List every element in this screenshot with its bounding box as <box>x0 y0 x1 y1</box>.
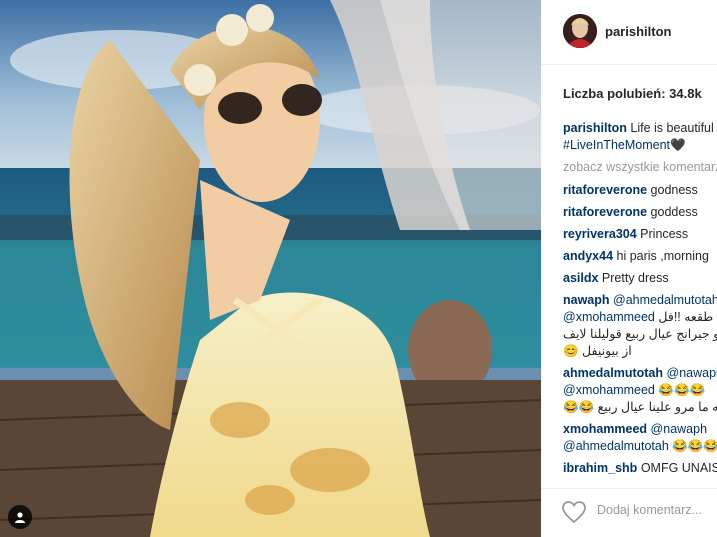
comments-list: parishilton Life is beautiful #LiveInThe… <box>563 120 717 482</box>
caption-username[interactable]: parishilton <box>563 121 627 135</box>
comment-item: ritaforeverone godness <box>563 182 717 199</box>
post-actions: Dodaj komentarz... <box>541 488 717 537</box>
comment-item: nawaph @ahmedalmutotah @xmohammeed ام طق… <box>563 292 717 360</box>
comment-item: andyx44 hi paris ,morning <box>563 248 717 265</box>
comment-text: از بيونيفل 😊 <box>563 344 632 358</box>
comment-username[interactable]: reyrivera304 <box>563 227 637 241</box>
photo-illustration <box>0 0 541 537</box>
avatar[interactable] <box>563 14 597 48</box>
username-link[interactable]: parishilton <box>605 24 671 39</box>
comment-username[interactable]: ibrahim_shb <box>563 461 637 475</box>
comment-mention[interactable]: @xmohammeed <box>563 383 655 397</box>
post-view: parishilton Liczba polubień: 34.8k paris… <box>0 0 717 537</box>
comment-text: godness <box>650 183 698 197</box>
view-all-comments-link[interactable]: zobacz wszystkie komentarze <box>563 159 717 176</box>
comment-mention[interactable]: @nawaph <box>651 422 707 436</box>
add-comment-input[interactable]: Dodaj komentarz... <box>597 503 702 517</box>
comment-item: asildx Pretty dress <box>563 270 717 287</box>
comment-item: xmohammeed @nawaph @ahmedalmutotah 😂😂😂 <box>563 421 717 455</box>
comment-text: يسارو جيرانج عيال ربيع قوليلنا لايف <box>563 327 717 341</box>
caption-text: Life is beautiful <box>630 121 714 135</box>
person-icon[interactable] <box>8 505 32 529</box>
comment-text: OMFG UNAISE <box>640 461 717 475</box>
comment-item: reyrivera304 Princess <box>563 226 717 243</box>
heart-icon[interactable] <box>561 500 587 524</box>
comment-username[interactable]: ritaforeverone <box>563 183 647 197</box>
comment-username[interactable]: nawaph <box>563 293 610 307</box>
comment-mention[interactable]: @nawaph <box>667 366 717 380</box>
comment-text: Princess <box>640 227 689 241</box>
comment-mention[interactable]: @xmohammeed <box>563 310 655 324</box>
comment-username[interactable]: andyx44 <box>563 249 613 263</box>
post-header: parishilton <box>541 0 717 65</box>
caption-hashtag[interactable]: #LiveInTheMoment <box>563 138 670 152</box>
comment-item: ibrahim_shb OMFG UNAISE <box>563 460 717 477</box>
comment-text: ماشاءالله ما مرو علينا عيال ربيع 😂😂 <box>563 400 717 414</box>
comment-emojis: 😂😂😂 <box>672 439 717 453</box>
caption: parishilton Life is beautiful #LiveInThe… <box>563 120 717 154</box>
comment-username[interactable]: ahmedalmutotah <box>563 366 663 380</box>
comment-username[interactable]: xmohammeed <box>563 422 647 436</box>
comment-emojis: 😂😂😂 <box>658 383 706 397</box>
comment-username[interactable]: ritaforeverone <box>563 205 647 219</box>
comment-text: Pretty dress <box>601 271 669 285</box>
caption-emoji: 🖤 <box>670 138 686 152</box>
comment-item: ritaforeverone goddess <box>563 204 717 221</box>
comment-username[interactable]: asildx <box>563 271 598 285</box>
comment-mention[interactable]: @ahmedalmutotah <box>563 439 669 453</box>
post-sidebar: parishilton Liczba polubień: 34.8k paris… <box>541 0 717 537</box>
comment-text: goddess <box>650 205 698 219</box>
comment-mention[interactable]: @ahmedalmutotah <box>613 293 717 307</box>
comment-text: ام طقعه !!فل <box>658 310 717 324</box>
comment-item: ahmedalmutotah @nawaph @xmohammeed 😂😂😂 م… <box>563 365 717 416</box>
likes-count[interactable]: Liczba polubień: 34.8k <box>563 86 702 101</box>
post-photo[interactable] <box>0 0 541 537</box>
comment-text: hi paris ,morning <box>616 249 709 263</box>
